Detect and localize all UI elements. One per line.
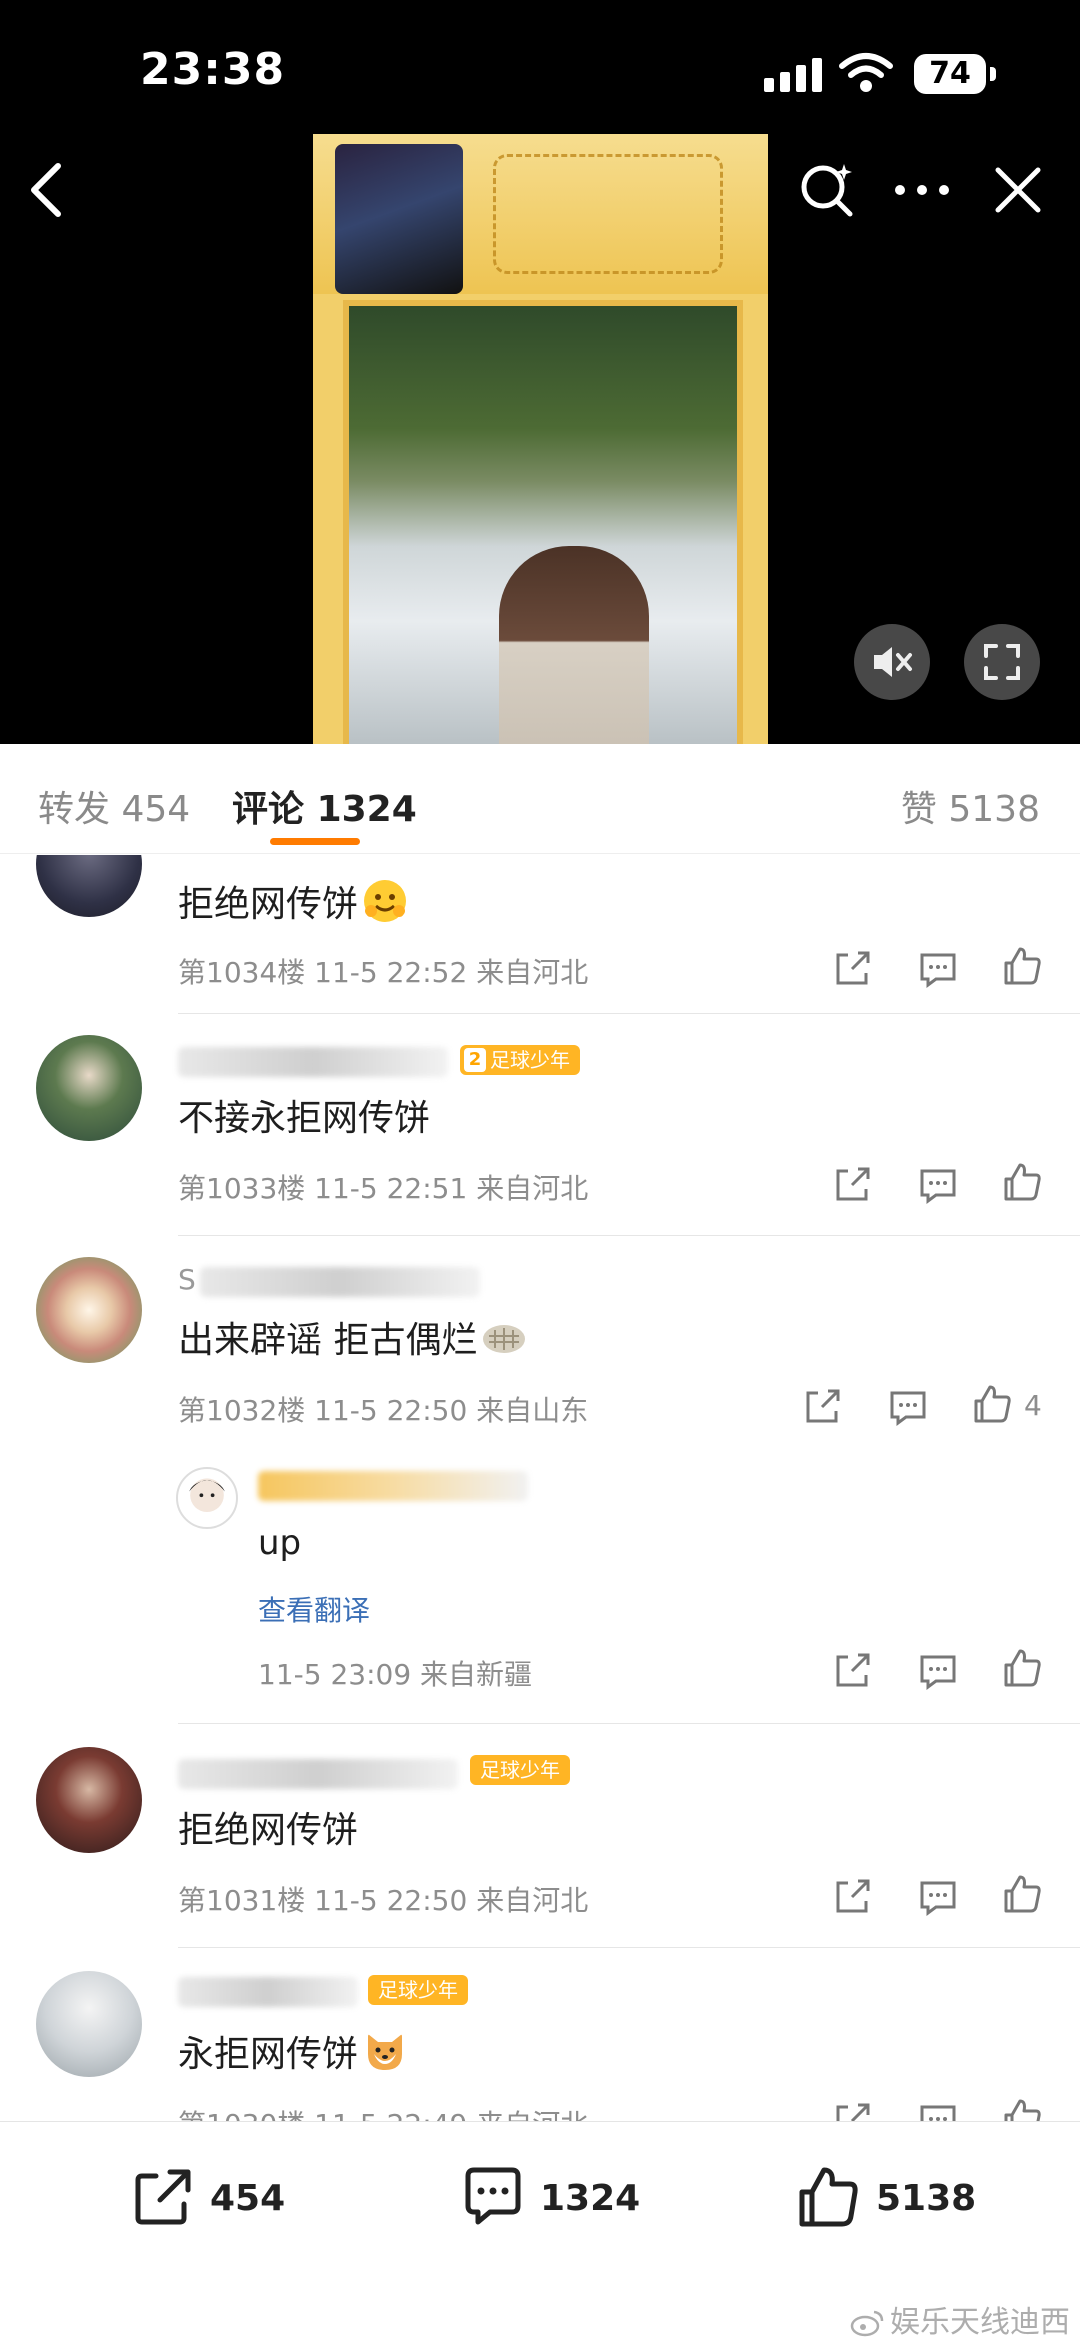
comment-text: 出来辟谣 拒古偶烂 xyxy=(178,1311,527,1363)
like-icon[interactable] xyxy=(1000,1873,1044,1917)
reply-icon[interactable] xyxy=(916,2099,960,2121)
reply-text: up xyxy=(258,1523,302,1563)
commenter-name[interactable]: S xyxy=(178,1263,196,1296)
share-icon[interactable] xyxy=(830,1875,874,1919)
active-tab-indicator xyxy=(270,838,360,845)
comment-meta: 第1031楼 11-5 22:50 来自河北 xyxy=(178,1884,589,1917)
commenter-avatar[interactable] xyxy=(36,1971,142,2077)
user-badge: 足球少年 xyxy=(470,1755,570,1785)
comment-list: 拒绝网传饼 第1034楼 11-5 22:52 来自河北 2 足球少年 不接永拒… xyxy=(0,855,1080,2121)
comment-meta: 第1032楼 11-5 22:50 来自山东 xyxy=(178,1394,589,1427)
poster-calligraphy-art xyxy=(493,154,723,274)
share-icon[interactable] xyxy=(830,947,874,991)
commenter-name-blurred xyxy=(200,1267,480,1297)
share-icon[interactable] xyxy=(830,1163,874,1207)
commenter-name-blurred[interactable] xyxy=(178,1977,358,2007)
comment-divider xyxy=(178,1947,1080,1948)
repost-icon xyxy=(135,2169,191,2225)
back-icon[interactable] xyxy=(22,160,72,220)
replier-avatar[interactable] xyxy=(176,1467,238,1529)
reply-icon[interactable] xyxy=(916,1649,960,1693)
replier-avatar-image xyxy=(189,1478,225,1513)
more-options-icon[interactable] xyxy=(890,170,954,210)
status-time: 23:38 xyxy=(140,44,286,95)
comment-meta: 第1034楼 11-5 22:52 来自河北 xyxy=(178,956,589,989)
poster-banner xyxy=(313,134,768,294)
fullscreen-button[interactable] xyxy=(964,624,1040,700)
speaker-muted-icon xyxy=(874,647,912,677)
tab-comments[interactable]: 评论 1324 xyxy=(232,780,417,832)
share-icon[interactable] xyxy=(800,1385,844,1429)
share-icon[interactable] xyxy=(830,2099,874,2121)
comment-count: 1324 xyxy=(540,2178,641,2219)
tab-like-label: 赞 xyxy=(900,789,937,830)
reply-icon[interactable] xyxy=(916,1875,960,1919)
comment-text: 拒绝网传饼 xyxy=(178,1810,359,1851)
tab-likes[interactable]: 赞 5138 xyxy=(901,780,1040,832)
tab-repost[interactable]: 转发 454 xyxy=(38,780,190,832)
reply-icon[interactable] xyxy=(886,1385,930,1429)
repost-count: 454 xyxy=(210,2178,286,2219)
share-icon[interactable] xyxy=(830,1649,874,1693)
comment-meta: 第1033楼 11-5 22:51 来自河北 xyxy=(178,1172,589,1205)
reply-meta: 11-5 23:09 来自新疆 xyxy=(258,1658,533,1691)
commenter-name-blurred[interactable] xyxy=(178,1047,448,1077)
thumbs-up-icon xyxy=(799,2167,858,2227)
hugging-face-emoji xyxy=(364,880,407,922)
mute-button[interactable] xyxy=(854,624,930,700)
video-header: 23:38 74 xyxy=(0,0,1080,744)
comment-divider xyxy=(178,1723,1080,1724)
poster-person-image xyxy=(499,546,649,744)
commenter-avatar[interactable] xyxy=(36,1035,142,1141)
tab-like-count: 5138 xyxy=(948,789,1040,830)
status-bar: 23:38 74 xyxy=(0,0,1080,130)
weibo-logo-icon xyxy=(850,2310,884,2337)
like-icon[interactable] xyxy=(1000,2097,1044,2121)
pancake-emoji xyxy=(483,1325,526,1353)
tab-comment-label: 评论 xyxy=(232,789,305,830)
tab-repost-count: 454 xyxy=(121,789,191,830)
translate-link[interactable]: 查看翻译 xyxy=(258,1589,370,1629)
comment-divider xyxy=(178,1013,1080,1014)
tab-comment-count: 1324 xyxy=(316,789,417,830)
comment-text: 永拒网传饼 xyxy=(178,2025,408,2077)
cellular-signal-icon xyxy=(764,58,822,92)
commenter-avatar[interactable] xyxy=(36,855,142,917)
like-icon[interactable] xyxy=(1000,1647,1044,1691)
tab-repost-label: 转发 xyxy=(38,789,111,830)
interaction-tabs: 转发 454 评论 1324 赞 5138 xyxy=(0,744,1080,854)
comment-divider xyxy=(178,1235,1080,1236)
like-icon[interactable] xyxy=(1000,1161,1044,1205)
commenter-name-blurred[interactable] xyxy=(178,1759,458,1789)
commenter-avatar[interactable] xyxy=(36,1747,142,1853)
bottom-action-bar: 454 1324 5138 娱乐天线迪西 xyxy=(0,2121,1080,2341)
replier-name-blurred[interactable] xyxy=(258,1471,528,1501)
like-count: 5138 xyxy=(876,2178,977,2219)
reply-icon[interactable] xyxy=(916,1163,960,1207)
poster-waterfall-scene xyxy=(343,300,743,744)
video-poster[interactable] xyxy=(313,134,768,744)
close-icon[interactable] xyxy=(992,164,1044,216)
like-icon[interactable] xyxy=(1000,945,1044,989)
fullscreen-icon xyxy=(984,644,1020,680)
user-badge: 足球少年 xyxy=(368,1975,468,2005)
comment-text: 拒绝网传饼 xyxy=(178,875,408,927)
poster-character-image xyxy=(335,144,463,294)
wifi-icon xyxy=(839,53,893,92)
user-badge: 2 足球少年 xyxy=(460,1045,580,1075)
comment-text: 不接永拒网传饼 xyxy=(178,1098,431,1139)
like-icon[interactable] xyxy=(970,1383,1014,1427)
comment-icon xyxy=(465,2167,521,2225)
like-count: 4 xyxy=(1024,1389,1042,1422)
comment-meta: 第1030楼 11-5 22:49 来自河北 xyxy=(178,2103,588,2121)
dog-face-emoji xyxy=(368,2034,403,2070)
visual-search-icon[interactable] xyxy=(798,160,856,218)
battery-indicator: 74 xyxy=(914,54,996,94)
watermark: 娱乐天线迪西 xyxy=(850,2297,1070,2341)
reply-icon[interactable] xyxy=(916,947,960,991)
commenter-avatar[interactable] xyxy=(36,1257,142,1363)
